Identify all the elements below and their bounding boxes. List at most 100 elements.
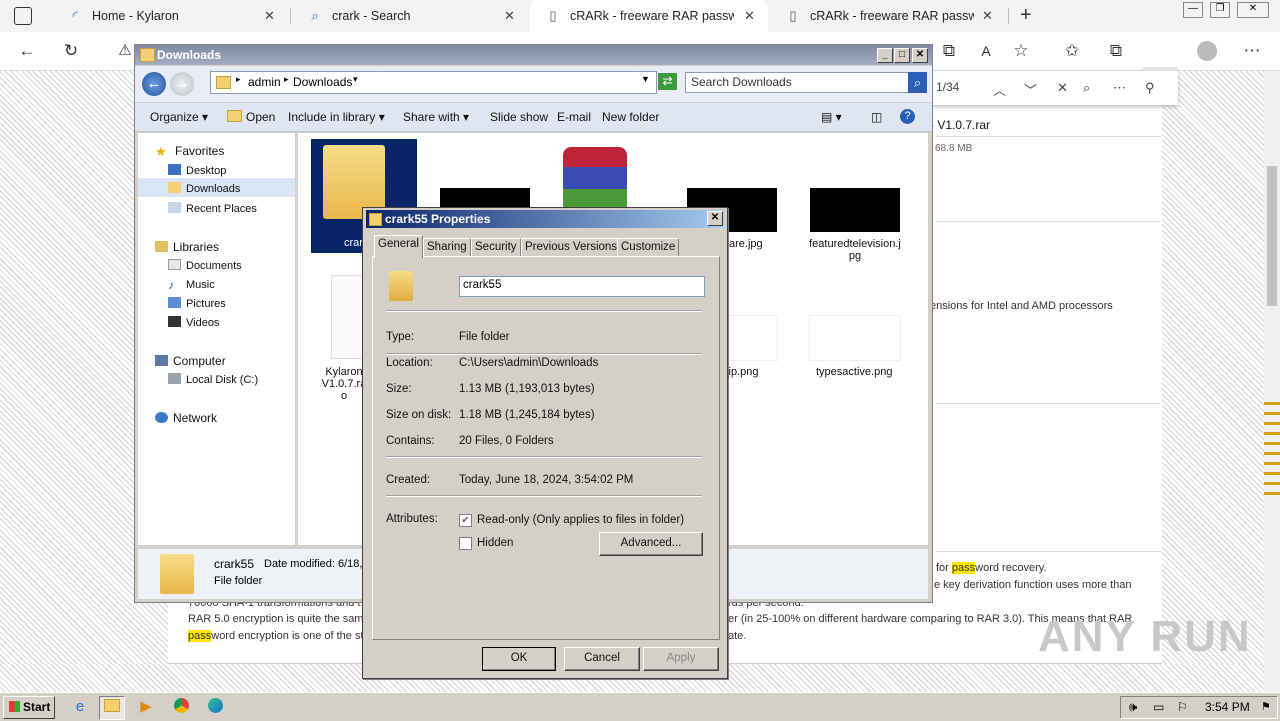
nav-recent-places[interactable]: Recent Places — [168, 202, 257, 215]
next-match-icon[interactable]: ﹀ — [1024, 80, 1037, 99]
minimize-icon[interactable]: — — [1183, 2, 1203, 18]
refresh-button[interactable]: ⇄ — [658, 73, 677, 90]
tab-actions-icon[interactable] — [14, 7, 32, 25]
close-icon[interactable]: ✕ — [744, 8, 755, 24]
cancel-button[interactable]: Cancel — [564, 647, 640, 671]
back-icon[interactable]: ← — [16, 40, 38, 62]
explorer-taskbar-icon[interactable] — [99, 696, 125, 720]
window-close-icon[interactable]: ✕ — [1237, 2, 1269, 18]
network-tray-icon[interactable]: ▭ — [1153, 700, 1164, 714]
readonly-checkbox[interactable]: ✔ — [459, 514, 472, 527]
apply-button[interactable]: Apply — [643, 647, 719, 671]
image-thumbnail[interactable] — [440, 188, 530, 208]
ie-icon[interactable]: e — [68, 696, 92, 718]
volume-icon[interactable]: 🕪 — [1129, 699, 1137, 715]
folder-name-input[interactable]: crark55 — [459, 276, 705, 297]
more-icon[interactable]: ⋯ — [1113, 80, 1126, 96]
close-find-icon[interactable]: ✕ — [1057, 80, 1068, 96]
organize-menu[interactable]: Organize ▾ — [150, 110, 208, 124]
ok-button[interactable]: OK — [482, 647, 556, 671]
folder-icon — [389, 271, 413, 301]
share-with-menu[interactable]: Share with ▾ — [403, 110, 469, 124]
nav-music[interactable]: ♪ Music — [168, 278, 215, 292]
nav-desktop[interactable]: Desktop — [168, 164, 226, 177]
read-aloud-icon[interactable]: A — [975, 40, 997, 62]
include-in-library-menu[interactable]: Include in library ▾ — [288, 110, 385, 124]
page-scrollbar[interactable] — [1264, 71, 1280, 692]
previous-match-icon[interactable]: ︿ — [993, 80, 1006, 99]
favorites-icon[interactable]: ✩ — [1061, 40, 1083, 62]
refresh-icon[interactable]: ↻ — [60, 40, 82, 62]
winrar-archive-icon[interactable] — [563, 147, 627, 213]
nav-computer[interactable]: Computer — [155, 354, 226, 368]
collections-icon[interactable]: ⧉ — [1105, 40, 1127, 62]
minimize-button[interactable]: _ — [877, 48, 893, 63]
nav-videos[interactable]: Videos — [168, 316, 219, 329]
media-player-icon[interactable]: ▶ — [134, 696, 158, 718]
breadcrumb-admin[interactable]: admin — [248, 75, 281, 89]
image-file-name[interactable]: vip.png — [723, 366, 758, 378]
image-thumbnail[interactable] — [809, 315, 901, 361]
pin-icon[interactable]: ⚲ — [1145, 80, 1155, 96]
tab-security[interactable]: Security — [471, 238, 521, 257]
close-icon[interactable]: ✕ — [982, 8, 993, 24]
forward-button[interactable]: → — [170, 72, 194, 96]
add-favorite-icon[interactable]: ☆ — [1010, 40, 1032, 62]
tab-customize[interactable]: Customize — [617, 238, 680, 257]
nav-documents[interactable]: Documents — [168, 259, 242, 272]
dialog-close-button[interactable]: ✕ — [707, 211, 723, 226]
address-dropdown-icon[interactable]: ▼ — [641, 74, 650, 84]
close-icon[interactable]: ✕ — [264, 8, 275, 24]
nav-downloads[interactable]: Downloads — [138, 178, 295, 197]
nav-network[interactable]: Network — [155, 411, 217, 425]
nav-favorites[interactable]: ★ Favorites — [155, 144, 224, 159]
restore-icon[interactable]: ❐ — [1210, 2, 1230, 18]
help-icon[interactable]: ? — [900, 109, 915, 124]
nav-pictures[interactable]: Pictures — [168, 297, 226, 310]
nav-local-disk[interactable]: Local Disk (C:) — [168, 373, 258, 386]
clock[interactable]: 3:54 PM — [1205, 700, 1250, 714]
nav-libraries[interactable]: Libraries — [155, 240, 219, 254]
search-icon[interactable]: ⌕ — [908, 72, 927, 93]
search-input[interactable]: Search Downloads — [685, 72, 911, 93]
new-folder-button[interactable]: New folder — [602, 110, 659, 124]
tab-crark-freeware-active[interactable]: ▯ cRARk - freeware RAR passworc ✕ — [530, 0, 768, 32]
profile-avatar[interactable] — [1197, 41, 1217, 61]
chrome-icon[interactable] — [169, 696, 193, 718]
warning-icon[interactable]: ⚠ — [114, 40, 136, 62]
tab-home-kylaron[interactable]: ◜ Home - Kylaron ✕ — [52, 0, 288, 32]
image-file-name[interactable]: featuredtelevision.j pg — [798, 238, 912, 262]
slide-show-button[interactable]: Slide show — [490, 110, 548, 124]
image-thumbnail[interactable] — [810, 188, 900, 232]
close-button[interactable]: ✕ — [912, 48, 928, 63]
dialog-title-bar[interactable]: crark55 Properties ✕ — [366, 210, 724, 228]
explorer-title-bar[interactable]: Downloads _ □ ✕ — [135, 45, 932, 65]
edge-icon[interactable] — [203, 696, 227, 718]
breadcrumb-downloads[interactable]: Downloads — [293, 75, 352, 89]
address-bar[interactable]: ▸ admin ▸ Downloads ▾ ▼ — [210, 71, 657, 94]
tab-crark-search[interactable]: ⌕ crark - Search ✕ — [292, 0, 528, 32]
maximize-button[interactable]: □ — [894, 48, 910, 63]
file-title[interactable]: - V1.0.7.rar — [930, 118, 990, 132]
search-icon[interactable]: ⌕ — [1083, 80, 1090, 96]
tab-crark-freeware[interactable]: ▯ cRARk - freeware RAR passworc ✕ — [770, 0, 1006, 32]
email-button[interactable]: E-mail — [557, 110, 591, 124]
extensions-icon[interactable]: ⧉ — [938, 40, 960, 62]
close-icon[interactable]: ✕ — [504, 8, 515, 24]
flag-icon[interactable]: ⚐ — [1177, 700, 1188, 714]
hidden-checkbox[interactable] — [459, 537, 472, 550]
tab-sharing[interactable]: Sharing — [423, 238, 471, 257]
new-tab-icon[interactable]: + — [1020, 4, 1032, 27]
image-file-name[interactable]: typesactive.png — [816, 366, 892, 378]
tab-general[interactable]: General — [374, 235, 423, 258]
preview-pane-icon[interactable]: ◫ — [871, 110, 882, 124]
advanced-button[interactable]: Advanced... — [599, 532, 703, 556]
show-desktop-icon[interactable]: ⚑ — [1261, 700, 1271, 713]
more-icon[interactable]: ⋯ — [1241, 40, 1263, 62]
start-button[interactable]: Start — [3, 696, 55, 719]
open-button[interactable]: Open — [227, 110, 275, 124]
view-icon[interactable]: ▤ ▾ — [821, 110, 842, 124]
tab-previous-versions[interactable]: Previous Versions — [521, 238, 622, 257]
music-icon: ♪ — [168, 278, 174, 292]
back-button[interactable]: ← — [142, 72, 166, 96]
